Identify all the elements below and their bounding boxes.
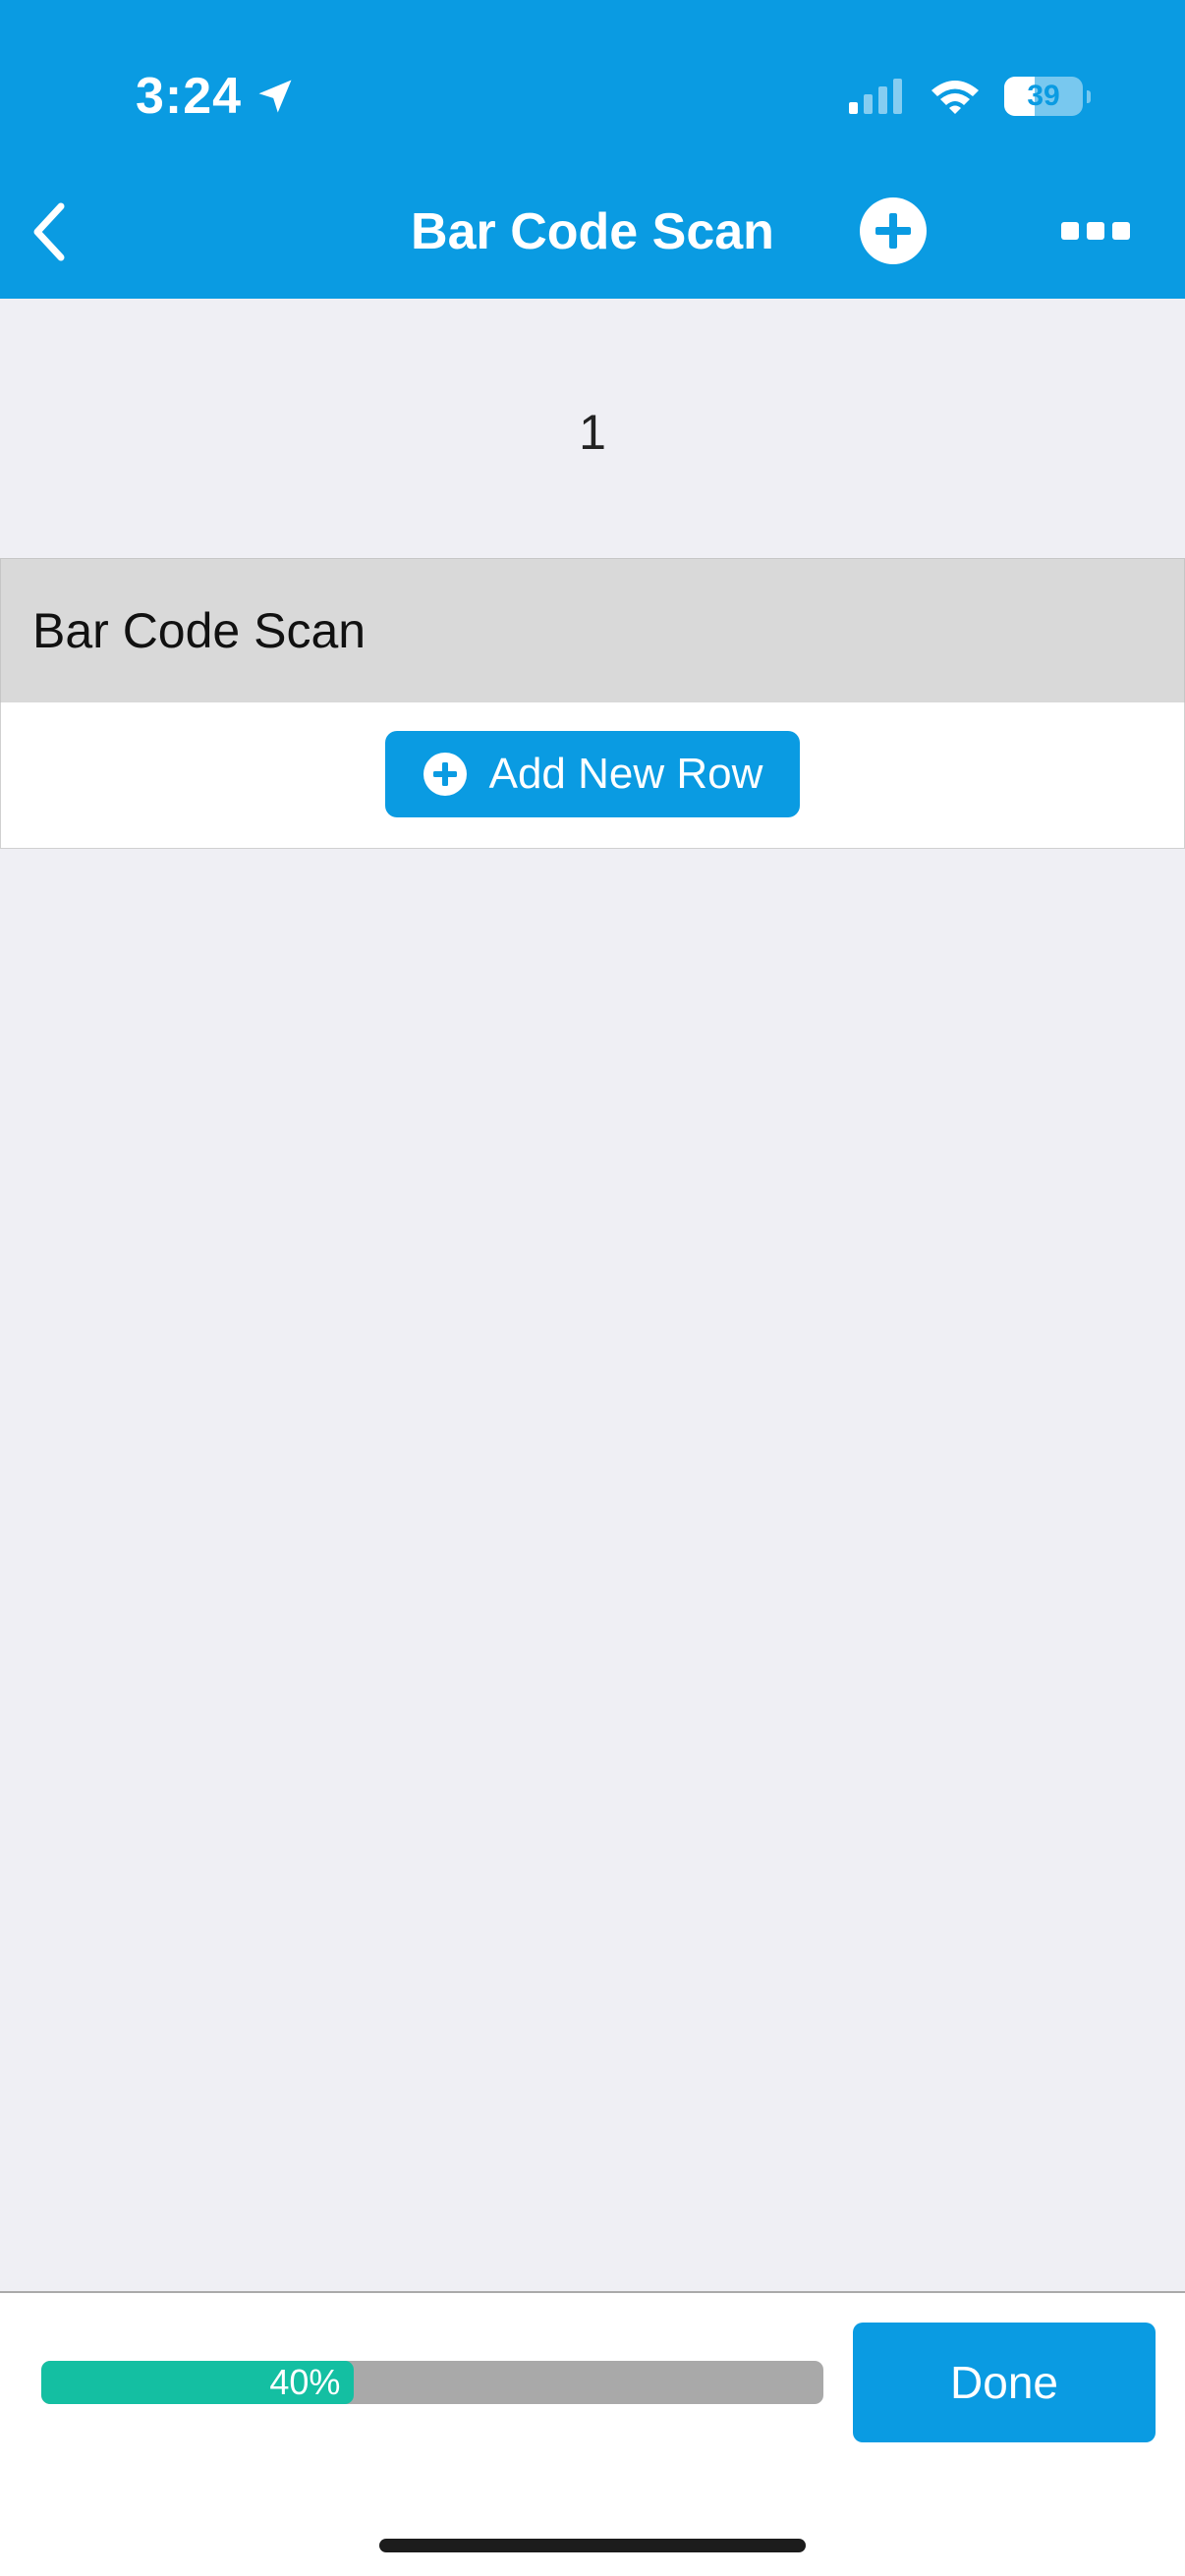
more-dot [1112,222,1130,240]
battery-tip [1087,90,1091,103]
add-new-row-button[interactable]: Add New Row [385,731,800,817]
add-circle-icon[interactable] [859,196,928,265]
progress-bar: 40% [41,2361,823,2404]
battery-icon: 39 [1004,77,1091,116]
page-title: Bar Code Scan [411,203,774,260]
wifi-icon [931,81,979,114]
more-dot [1087,222,1104,240]
status-icons: 39 [847,69,1091,124]
record-count: 1 [579,405,606,460]
battery-level: 39 [1027,80,1060,112]
status-time-text: 3:24 [136,68,243,125]
add-new-row-label: Add New Row [488,750,763,798]
screen: 3:24 39 Bar Code Scan 1 Bar Code Scan Ad… [0,0,1185,2576]
more-dot [1061,222,1079,240]
progress-label: 40% [269,2362,341,2402]
section-header: Bar Code Scan [0,558,1185,703]
done-button[interactable]: Done [853,2323,1156,2442]
battery-body: 39 [1004,77,1083,116]
progress-text-wrap: 40% [41,2361,354,2404]
home-indicator [379,2539,806,2552]
signal-icon [849,79,902,114]
section-title: Bar Code Scan [32,603,367,658]
more-icon[interactable] [1061,206,1130,255]
app-header: 3:24 39 Bar Code Scan [0,0,1185,299]
location-arrow-icon [258,80,292,113]
status-time: 3:24 [136,65,297,128]
plus-circle-icon [423,753,467,796]
